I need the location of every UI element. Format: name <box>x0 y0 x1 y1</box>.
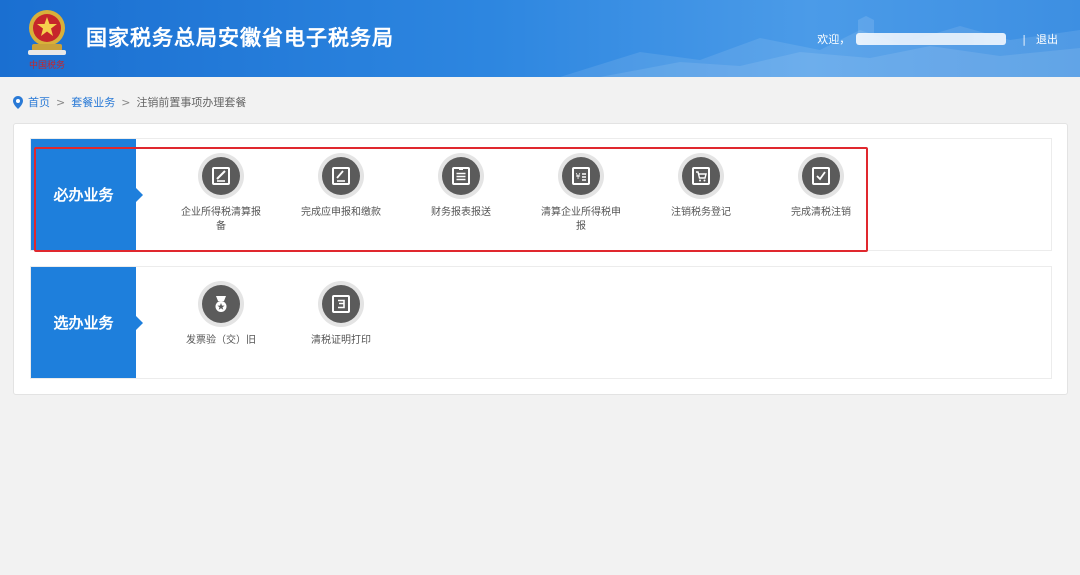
logout-link[interactable]: 退出 <box>1036 31 1058 47</box>
site-header: 中国税务 国家税务总局安徽省电子税务局 欢迎， | 退出 <box>0 0 1080 77</box>
item-tax-clearance-certificate-print[interactable]: 清税证明打印 <box>281 281 401 348</box>
required-items: 企业所得税清算报备 完成应申报和缴款 财务报表报送 ¥ 清算企业所得税申报 注销… <box>161 153 881 234</box>
site-title: 国家税务总局安徽省电子税务局 <box>86 26 394 50</box>
emblem-caption: 中国税务 <box>29 59 65 71</box>
user-bar-separator: | <box>1022 32 1026 46</box>
location-pin-icon <box>13 95 23 109</box>
medal-icon <box>215 296 227 312</box>
certificate-icon <box>332 295 350 313</box>
checkbox-icon <box>812 167 830 185</box>
main-panel: 必办业务 企业所得税清算报备 完成应申报和缴款 财务报表报送 ¥ 清算企业所得税… <box>13 123 1068 395</box>
item-label: 财务报表报送 <box>431 207 491 218</box>
user-bar: 欢迎， | 退出 <box>817 31 1058 47</box>
item-complete-tax-clearance-cancellation[interactable]: 完成清税注销 <box>761 153 881 234</box>
national-emblem-logo: 中国税务 <box>22 8 72 72</box>
breadcrumb-separator: > <box>56 95 66 109</box>
cart-icon <box>692 167 710 185</box>
item-label: 清算企业所得税申报 <box>541 207 621 232</box>
svg-text:¥: ¥ <box>575 172 580 181</box>
required-business-section: 必办业务 企业所得税清算报备 完成应申报和缴款 财务报表报送 ¥ 清算企业所得税… <box>30 138 1052 251</box>
item-invoice-verification[interactable]: 发票验（交）旧 <box>161 281 281 348</box>
item-label: 企业所得税清算报备 <box>181 207 261 232</box>
item-label: 注销税务登记 <box>671 207 731 218</box>
item-label: 完成应申报和缴款 <box>301 207 381 218</box>
username-redacted <box>856 33 1007 45</box>
item-income-tax-liquidation-filing[interactable]: 企业所得税清算报备 <box>161 153 281 234</box>
welcome-text: 欢迎， <box>817 33 851 46</box>
edit-document-icon <box>212 167 230 185</box>
breadcrumb-current: 注销前置事项办理套餐 <box>136 96 247 109</box>
item-liquidation-income-tax-declaration[interactable]: ¥ 清算企业所得税申报 <box>521 153 641 234</box>
breadcrumb: 首页 > 套餐业务 > 注销前置事项办理套餐 <box>13 94 246 110</box>
report-list-icon <box>452 167 470 185</box>
item-label: 完成清税注销 <box>791 207 851 218</box>
optional-business-section: 选办业务 发票验（交）旧 清税证明打印 <box>30 266 1052 379</box>
optional-section-label: 选办业务 <box>31 267 143 378</box>
breadcrumb-package-link[interactable]: 套餐业务 <box>71 94 115 110</box>
item-financial-statement-submission[interactable]: 财务报表报送 <box>401 153 521 234</box>
optional-items: 发票验（交）旧 清税证明打印 <box>161 281 401 348</box>
breadcrumb-home-link[interactable]: 首页 <box>28 94 50 110</box>
item-complete-declaration-payment[interactable]: 完成应申报和缴款 <box>281 153 401 234</box>
declare-document-icon <box>332 167 350 185</box>
required-section-label: 必办业务 <box>31 139 143 250</box>
item-cancel-tax-registration[interactable]: 注销税务登记 <box>641 153 761 234</box>
item-label: 发票验（交）旧 <box>186 335 256 346</box>
breadcrumb-separator: > <box>121 95 131 109</box>
item-label: 清税证明打印 <box>311 335 371 346</box>
yuan-document-icon: ¥ <box>572 167 590 185</box>
